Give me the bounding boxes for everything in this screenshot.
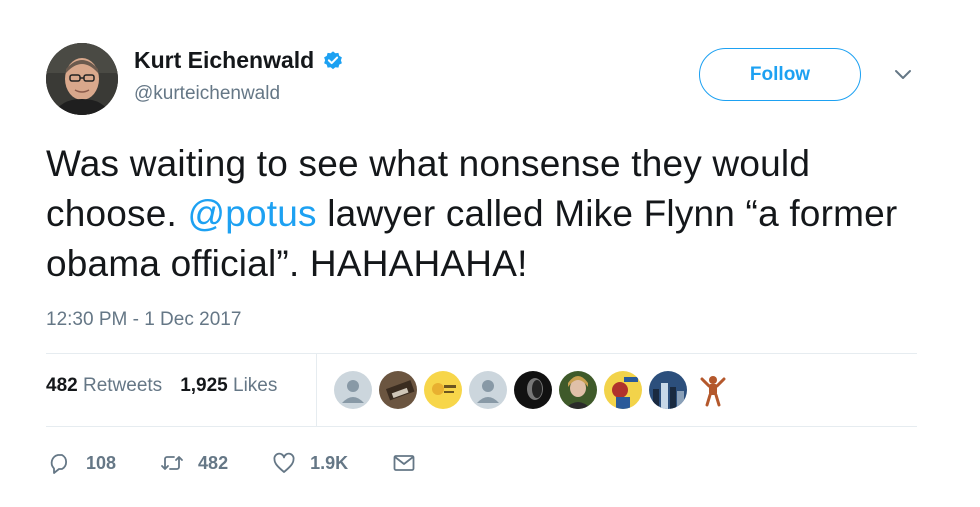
photo-avatar-icon <box>379 371 417 409</box>
mention-link[interactable]: @potus <box>187 193 316 234</box>
stats-vertical-divider <box>316 354 317 426</box>
like-count: 1.9K <box>310 452 349 473</box>
tweet-stats: 482 Retweets 1,925 Likes <box>46 375 295 397</box>
likes-stat-label: Likes <box>233 375 278 396</box>
like-button[interactable]: 1.9K <box>272 451 348 475</box>
retweet-count: 482 <box>198 452 229 473</box>
liker-avatars <box>334 371 739 409</box>
default-avatar-icon <box>334 371 372 409</box>
reply-count: 108 <box>86 452 117 473</box>
heart-icon <box>273 452 295 473</box>
retweet-icon <box>161 456 183 470</box>
envelope-icon <box>393 455 415 471</box>
dark-avatar-icon <box>514 371 552 409</box>
liker-avatar[interactable] <box>514 371 552 409</box>
portrait-avatar-icon <box>559 371 597 409</box>
reply-button[interactable]: 108 <box>48 451 116 475</box>
user-handle[interactable]: @kurteichenwald <box>134 83 280 105</box>
liker-avatar[interactable] <box>604 371 642 409</box>
verified-badge-icon <box>324 50 343 69</box>
liker-avatar[interactable] <box>424 371 462 409</box>
direct-message-button[interactable] <box>392 451 416 475</box>
retweet-button[interactable]: 482 <box>160 451 228 475</box>
likes-stat[interactable]: 1,925 Likes <box>180 375 277 397</box>
liker-avatar[interactable] <box>379 371 417 409</box>
illustration-avatar-icon <box>604 371 642 409</box>
user-name-row: Kurt Eichenwald <box>134 47 344 74</box>
stats-top-divider <box>46 353 917 354</box>
retweets-stat-count: 482 <box>46 375 78 396</box>
stats-bottom-divider <box>46 426 917 427</box>
figure-avatar-icon <box>694 371 732 409</box>
tweet-actions: 108 482 1.9K <box>48 451 460 475</box>
liker-avatar[interactable] <box>649 371 687 409</box>
profile-photo-icon <box>46 43 118 115</box>
display-name[interactable]: Kurt Eichenwald <box>134 47 314 74</box>
retweets-stat-label: Retweets <box>82 375 163 396</box>
profile-avatar[interactable] <box>46 43 118 115</box>
tweet-timestamp[interactable]: 12:30 PM - 1 Dec 2017 <box>46 309 241 331</box>
liker-avatar[interactable] <box>334 371 372 409</box>
tweet-text: Was waiting to see what nonsense they wo… <box>46 139 946 289</box>
likes-stat-count: 1,925 <box>180 375 228 396</box>
liker-avatar[interactable] <box>559 371 597 409</box>
liker-avatar[interactable] <box>694 371 732 409</box>
city-avatar-icon <box>649 371 687 409</box>
follow-button[interactable]: Follow <box>699 48 861 101</box>
chevron-down-icon[interactable] <box>893 67 913 83</box>
liker-avatar[interactable] <box>469 371 507 409</box>
default-avatar-icon <box>469 371 507 409</box>
reply-icon <box>50 454 68 474</box>
yellow-avatar-icon <box>424 371 462 409</box>
retweets-stat[interactable]: 482 Retweets <box>46 375 162 397</box>
